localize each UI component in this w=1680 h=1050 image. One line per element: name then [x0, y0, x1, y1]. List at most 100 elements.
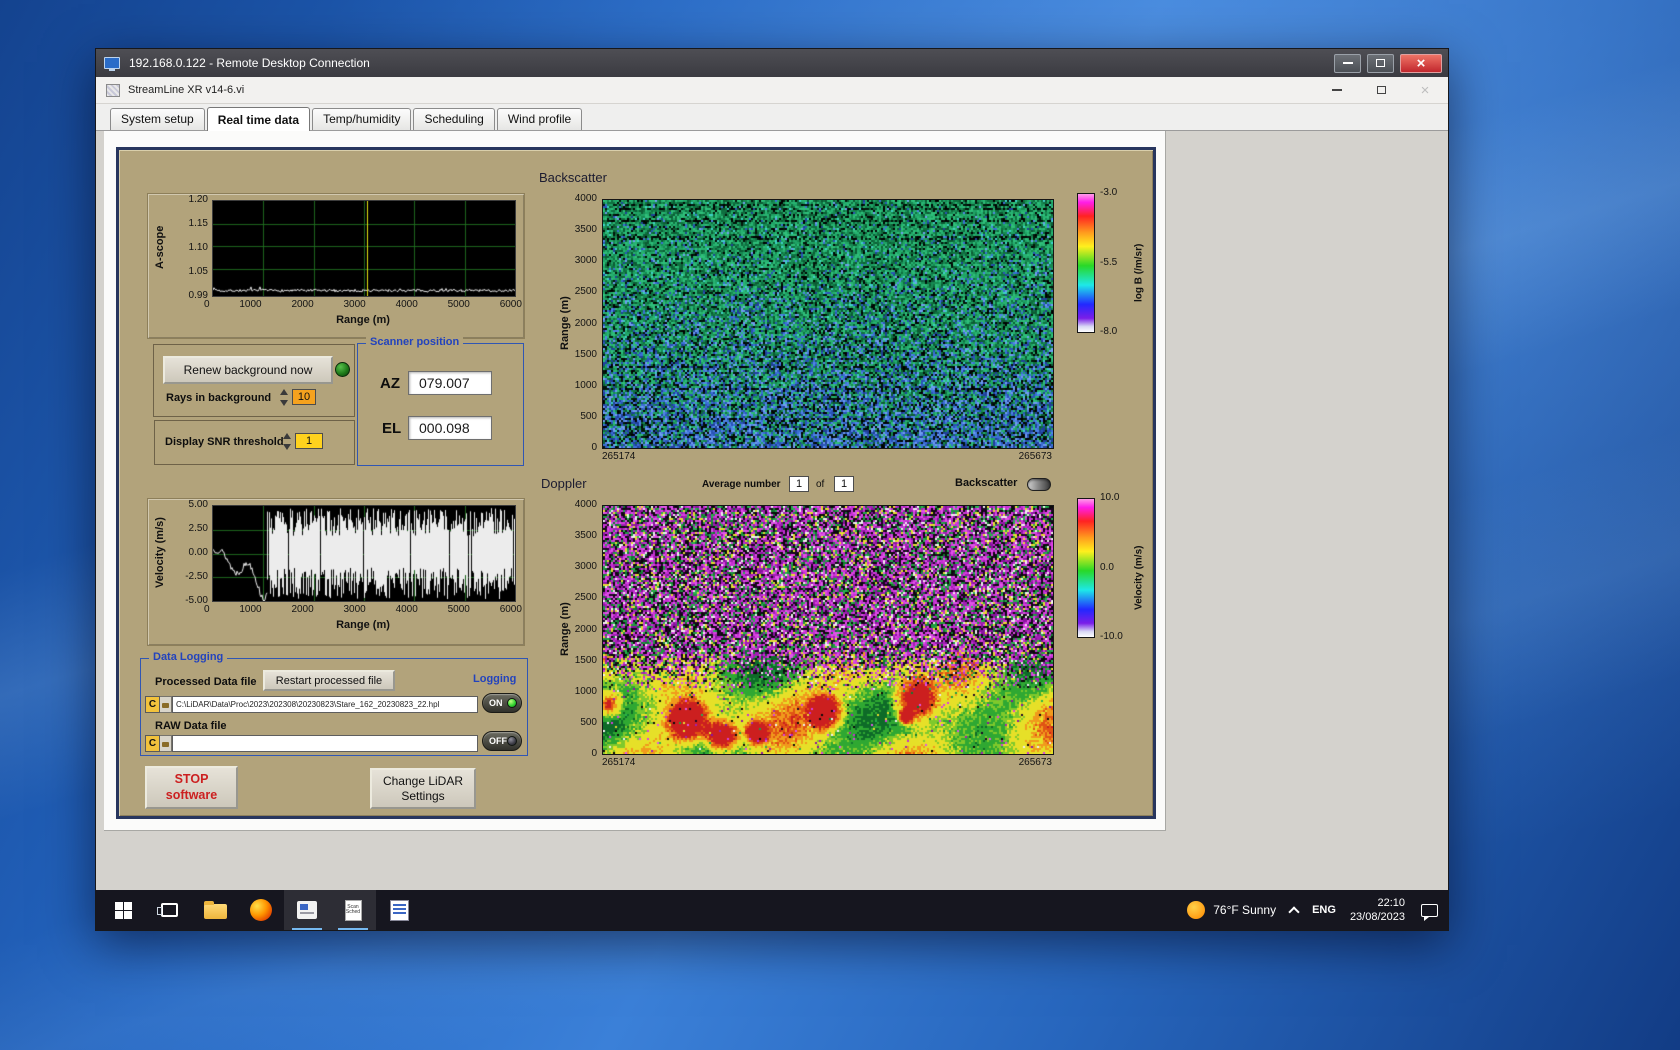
tick-label: 2500 — [574, 286, 597, 298]
backscatter-colorbar — [1077, 193, 1095, 333]
processed-data-file-label: Processed Data file — [155, 676, 257, 688]
tray-expand-chevron-icon[interactable] — [1288, 906, 1300, 918]
scan-scheduler-icon: Scan Sched — [344, 899, 362, 921]
tab-scheduling[interactable]: Scheduling — [413, 108, 495, 130]
remote-desktop-icon — [104, 57, 120, 71]
snr-spinner[interactable] — [281, 433, 292, 450]
processed-path-field[interactable]: C:\LiDAR\Data\Proc\2023\202308\20230823\… — [172, 696, 478, 713]
backscatter-x-end: 265673 — [1018, 451, 1052, 462]
desktop-background: 192.168.0.122 - Remote Desktop Connectio… — [0, 0, 1680, 1050]
browse-folder-icon[interactable] — [160, 696, 172, 713]
of-label: of — [816, 479, 825, 490]
decrement-icon[interactable] — [282, 444, 291, 450]
tab-wind-profile[interactable]: Wind profile — [496, 108, 583, 130]
windows-logo-icon — [114, 901, 132, 919]
tick-label: 0 — [591, 748, 597, 759]
notification-center-icon[interactable] — [1421, 903, 1438, 921]
backscatter-colorbar-label: log B (/m/sr) — [1133, 243, 1145, 303]
increment-icon[interactable] — [282, 433, 291, 439]
increment-icon[interactable] — [279, 389, 288, 395]
restart-processed-file-button[interactable]: Restart processed file — [263, 670, 395, 691]
off-label: OFF — [489, 736, 507, 746]
renew-background-button[interactable]: Renew background now — [163, 356, 333, 384]
change-line2: Settings — [401, 788, 445, 803]
change-lidar-settings-button[interactable]: Change LiDAR Settings — [370, 768, 476, 809]
tick-label: 5.00 — [188, 499, 208, 510]
labview-app-button[interactable] — [284, 890, 330, 930]
doppler-ytick-labels: 4000 3500 3000 2500 2000 1500 1000 500 0 — [567, 499, 597, 759]
document-icon — [389, 899, 409, 921]
azimuth-value[interactable]: 079.007 — [408, 371, 492, 395]
doppler-xtick-labels: 265174 265673 — [602, 757, 1052, 768]
processed-drive-button[interactable]: C — [145, 696, 160, 713]
rays-value-field[interactable]: 10 — [292, 389, 316, 405]
clock[interactable]: 22:10 23/08/2023 — [1350, 896, 1405, 925]
processed-logging-toggle[interactable]: ON — [482, 693, 522, 713]
vi-restore-button[interactable] — [1372, 81, 1390, 99]
average-total-value[interactable]: 1 — [834, 476, 854, 492]
firefox-button[interactable] — [238, 890, 284, 930]
scan-scheduler-button[interactable]: Scan Sched — [330, 890, 376, 930]
average-number-label: Average number — [702, 479, 781, 490]
backscatter-toggle-label: Backscatter — [955, 477, 1018, 489]
tick-label: 2000 — [574, 317, 597, 329]
tick-label: 1500 — [574, 348, 597, 360]
taskbar-icons: Scan Sched — [96, 890, 422, 930]
backscatter-x-start: 265174 — [602, 451, 636, 462]
tab-temp-humidity[interactable]: Temp/humidity — [312, 108, 412, 130]
tick-label: 3000 — [343, 604, 366, 615]
on-led-icon — [507, 698, 517, 708]
task-view-button[interactable] — [146, 890, 192, 930]
snr-value-field[interactable]: 1 — [295, 433, 323, 449]
stop-software-button[interactable]: STOP software — [145, 766, 238, 809]
scan-icon-line2: Sched — [345, 909, 361, 915]
file-explorer-button[interactable] — [192, 890, 238, 930]
tick-label: 4000 — [574, 193, 597, 204]
tick-label: 500 — [580, 716, 597, 728]
raw-path-control: C — [145, 735, 478, 752]
rays-spinner[interactable] — [278, 389, 289, 406]
tick-label: 0 — [204, 604, 210, 615]
raw-logging-toggle[interactable]: OFF — [482, 731, 522, 751]
weather-widget[interactable]: 76°F Sunny — [1187, 901, 1276, 919]
decrement-icon[interactable] — [279, 400, 288, 406]
rdp-minimize-button[interactable] — [1334, 53, 1361, 73]
change-line1: Change LiDAR — [382, 773, 464, 788]
rdp-close-button[interactable]: × — [1400, 53, 1442, 73]
rdp-title: 192.168.0.122 - Remote Desktop Connectio… — [129, 56, 370, 70]
language-indicator[interactable]: ENG — [1312, 904, 1336, 916]
tick-label: 4000 — [395, 604, 418, 615]
on-label: ON — [489, 698, 503, 708]
vi-app-icon — [106, 83, 120, 97]
snr-threshold-box: Display SNR threshold 1 — [154, 420, 355, 465]
vi-minimize-button[interactable] — [1328, 81, 1346, 99]
average-number-value[interactable]: 1 — [789, 476, 809, 492]
sun-weather-icon — [1187, 901, 1206, 919]
tick-label: 6000 — [499, 604, 522, 615]
vi-titlebar[interactable]: StreamLine XR v14-6.vi × — [96, 77, 1448, 104]
elevation-value[interactable]: 000.098 — [408, 416, 492, 440]
backscatter-display-toggle[interactable] — [1027, 478, 1051, 491]
ascope-xlabel: Range (m) — [336, 314, 390, 326]
logging-label: Logging — [473, 673, 517, 685]
tick-label: 4000 — [574, 499, 597, 510]
start-button[interactable] — [100, 890, 146, 930]
notepad-button[interactable] — [376, 890, 422, 930]
rdp-titlebar[interactable]: 192.168.0.122 - Remote Desktop Connectio… — [96, 49, 1448, 77]
tick-label: 1000 — [239, 604, 262, 615]
raw-drive-button[interactable]: C — [145, 735, 160, 752]
doppler-title: Doppler — [541, 476, 587, 491]
scanner-position-box: Scanner position AZ 079.007 EL 000.098 — [357, 336, 524, 466]
tab-system-setup[interactable]: System setup — [110, 108, 205, 130]
labview-icon — [297, 901, 317, 919]
tab-real-time-data[interactable]: Real time data — [206, 107, 311, 131]
tick-label: 1.20 — [188, 194, 208, 205]
raw-data-file-label: RAW Data file — [155, 720, 227, 732]
rdp-restore-button[interactable] — [1367, 53, 1394, 73]
vi-close-button[interactable]: × — [1416, 81, 1434, 99]
browse-folder-icon[interactable] — [160, 735, 172, 752]
tick-label: 2.50 — [188, 523, 208, 534]
raw-path-field[interactable] — [172, 735, 478, 752]
rdp-window: 192.168.0.122 - Remote Desktop Connectio… — [95, 48, 1449, 931]
tick-label: 3500 — [574, 224, 597, 236]
